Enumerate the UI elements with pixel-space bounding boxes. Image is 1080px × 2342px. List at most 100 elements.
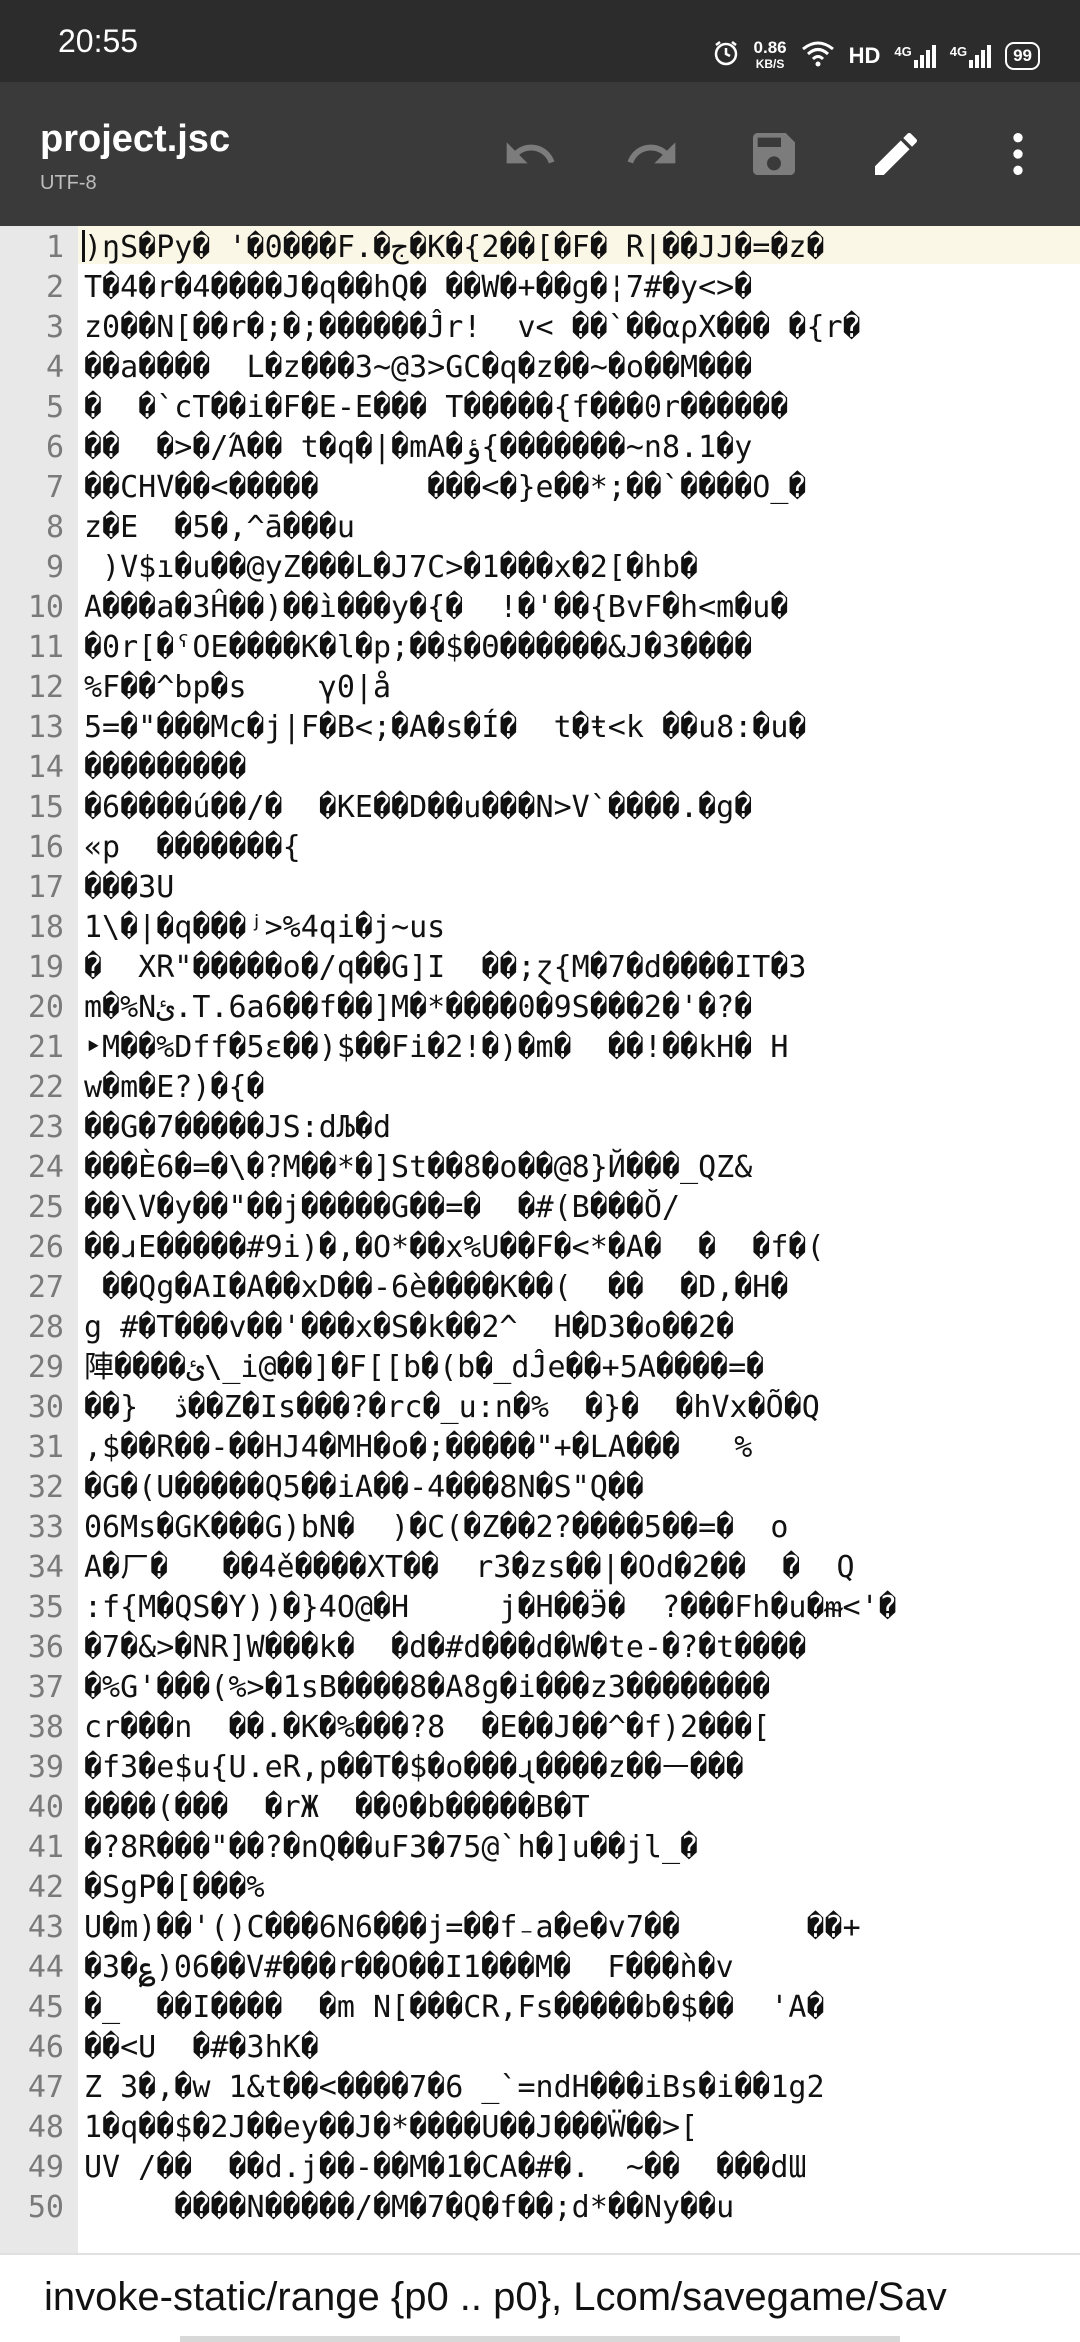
undo-button[interactable] [496, 120, 564, 188]
code-line[interactable]: 35:f{M�QS�Y))�}4O@�H j�H��Ӭ� ?���Fh�u�ᵯ<… [0, 1588, 1080, 1628]
code-line[interactable]: 5 � �`cT��i�F�E-E��� T�����{f���0r������ [0, 388, 1080, 428]
code-line[interactable]: 42 �SgP�[���% [0, 1868, 1080, 1908]
code-line[interactable]: 38 cr���n ��.�K�%���?8 �E��J��^�f)2���[ [0, 1708, 1080, 1748]
line-text[interactable]: ��CHV��<����� ���<�}e��*;��`����O_� [84, 468, 1080, 508]
code-line[interactable]: 32 �G�(U�����Q5��iA��-4���8N�S"Q�� [0, 1468, 1080, 1508]
code-line[interactable]: 27 ��Qg�AI�A��xD��-6è����K��( �� �D,�H� [0, 1268, 1080, 1308]
line-text[interactable]: z�E �5�,^ā���u [84, 508, 1080, 548]
code-line[interactable]: 43 U�m)��'()C���6N6���j=��f₋a�e�v7�� ��+ [0, 1908, 1080, 1948]
code-line[interactable]: 46 ��<U �#�3hK� [0, 2028, 1080, 2068]
code-line[interactable]: 28 g #�T���v��'���x�S�k��2^ H�D3�o��2� [0, 1308, 1080, 1348]
line-text[interactable]: U�m)��'()C���6N6���j=��f₋a�e�v7�� ��+ [84, 1908, 1080, 1948]
line-text[interactable]: �� �>�/Ά�� t�q�|�mA�ؤ{�������~n8.1�y [84, 428, 1080, 468]
line-text[interactable]: ��G�7�����JS:dЉ�d [84, 1108, 1080, 1148]
line-text[interactable]: T�4�r�4����J�q��hQ� ��W�+��g�¦7#�y<>� [84, 268, 1080, 308]
line-text[interactable]: ��������� [84, 748, 1080, 788]
code-line[interactable]: 41 �?8R���"��?�nQ��uF3�75@`h�]u��jl_� [0, 1828, 1080, 1868]
line-text[interactable]: ,$��R��-��HJ4�MH�o�;�����"+�LA��� % [84, 1428, 1080, 1468]
code-line[interactable]: 48 1�q��$�2J��ey��J�*����U��J���Ẅ��>[ [0, 2108, 1080, 2148]
code-line[interactable]: 6 �� �>�/Ά�� t�q�|�mA�ؤ{�������~n8.1�y [0, 428, 1080, 468]
code-line[interactable]: 37 �%G'���(%>�1sB����8�A8g�i���z3�������� [0, 1668, 1080, 1708]
code-line[interactable]: 11 �0r[�ˤOE����K�l�p;��$�Θ������&J�3���� [0, 628, 1080, 668]
code-line[interactable]: 49 UV /�� ��d.j��-��M�1�CA�#�. ~�� ���dƜ [0, 2148, 1080, 2188]
code-line[interactable]: 47 Z 3�,�w 1&t��<����7�6 _`=ndH���iBs�i��… [0, 2068, 1080, 2108]
edit-button[interactable] [862, 120, 930, 188]
code-line[interactable]: 8 z�E �5�,^ā���u [0, 508, 1080, 548]
line-text[interactable]: «p �������{ [84, 828, 1080, 868]
line-text[interactable]: 陣����ئ\_i@��]�F[[b�(b�_dĴe��+5A����=� [84, 1348, 1080, 1388]
line-text[interactable]: %F��^bp�s γ0|å [84, 668, 1080, 708]
line-text[interactable]: �G�(U�����Q5��iA��-4���8N�S"Q�� [84, 1468, 1080, 1508]
code-line[interactable]: 13 5=�"���Mc�j|F�B<;�A�s�Í� t�ŧ<k ��u8:�u… [0, 708, 1080, 748]
code-line[interactable]: 31 ,$��R��-��HJ4�MH�o�;�����"+�LA��� % [0, 1428, 1080, 1468]
more-options-button[interactable] [984, 120, 1052, 188]
redo-button[interactable] [618, 120, 686, 188]
line-text[interactable]: g #�T���v��'���x�S�k��2^ H�D3�o��2� [84, 1308, 1080, 1348]
save-button[interactable] [740, 120, 808, 188]
code-line[interactable]: 12 %F��^bp�s γ0|å [0, 668, 1080, 708]
code-line[interactable]: 26 ��ɹE�����#9i)�,�O*��x%U��F�<*�A� � �f�… [0, 1228, 1080, 1268]
line-text[interactable]: cr���n ��.�K�%���?8 �E��J��^�f)2���[ [84, 1708, 1080, 1748]
code-line[interactable]: 30 ��} ڎ��Z�Is���?�rc�_u:n�% �}� �hVx�Õ�Q [0, 1388, 1080, 1428]
line-text[interactable]: �f3�e$u{U.eR,p��T�$�o���ɻ����z��ᅳ��� [84, 1748, 1080, 1788]
code-line[interactable]: 44 �3�؏)06��V#���r��O��I1���M� F���ǹ�v [0, 1948, 1080, 1988]
line-text[interactable]: ��Qg�AI�A��xD��-6è����K��( �� �D,�H� [84, 1268, 1080, 1308]
horizontal-scroll-handle[interactable] [180, 2336, 900, 2342]
code-line[interactable]: 25 ��\V�y��"��j�����G��=� �#(B���Ŏ/ [0, 1188, 1080, 1228]
line-text[interactable]: �7�&>�NR]W���k� �d�#d���d�W�te-�?�t���� [84, 1628, 1080, 1668]
code-line[interactable]: 9 )V$ı�u��@yZ���L�J7C>�1���x�2[�hb� [0, 548, 1080, 588]
code-line[interactable]: 17 ���3U [0, 868, 1080, 908]
code-line[interactable]: 45 �_ ��I���� �m N[���CR,Fs�����b�$�� 'A� [0, 1988, 1080, 2028]
line-text[interactable]: � �`cT��i�F�E-E��� T�����{f���0r������ [84, 388, 1080, 428]
code-line[interactable]: 4 ��a���� L�z���3~@3>GC�q�z��~�o��M��� [0, 348, 1080, 388]
line-text[interactable]: w�m�E?)�{� [84, 1068, 1080, 1108]
code-line[interactable]: 16 «p �������{ [0, 828, 1080, 868]
line-text[interactable]: A�ㄏ� ��4ě����XT�� r3�zs��|�Od�2�� � Q [84, 1548, 1080, 1588]
line-text[interactable]: ��} ڎ��Z�Is���?�rc�_u:n�% �}� �hVx�Õ�Q [84, 1388, 1080, 1428]
code-line[interactable]: 24 ���È6�=�\�?M��*�]St��8�o��@8}Й���_QZ& [0, 1148, 1080, 1188]
code-line[interactable]: 2 T�4�r�4����J�q��hQ� ��W�+��g�¦7#�y<>� [0, 268, 1080, 308]
line-text[interactable]: ��ɹE�����#9i)�,�O*��x%U��F�<*�A� � �f�( [84, 1228, 1080, 1268]
line-text[interactable]: A���a�3Ĥ��)��ì���y�{� !�'��{BvF�h<m�u� [84, 588, 1080, 628]
line-text[interactable]: � XR"�����o�/q��G]I ��;ɀ{M�7�d����IT�3 [84, 948, 1080, 988]
line-text[interactable]: �%G'���(%>�1sB����8�A8g�i���z3�������� [84, 1668, 1080, 1708]
line-text[interactable]: 5=�"���Mc�j|F�B<;�A�s�Í� t�ŧ<k ��u8:�u� [84, 708, 1080, 748]
code-editor[interactable]: 1)ŋS�Py� '�0���F.�ج�K�{2��[�F� R|��JJ�=�… [0, 226, 1080, 2253]
code-line[interactable]: 29 陣����ئ\_i@��]�F[[b�(b�_dĴe��+5A����=� [0, 1348, 1080, 1388]
code-line[interactable]: 14 ��������� [0, 748, 1080, 788]
code-line[interactable]: 23 ��G�7�����JS:dЉ�d [0, 1108, 1080, 1148]
line-text[interactable]: ���3U [84, 868, 1080, 908]
code-line[interactable]: 39 �f3�e$u{U.eR,p��T�$�o���ɻ����z��ᅳ��� [0, 1748, 1080, 1788]
line-text[interactable]: 06Ms�GK���G)bN� )�C(�Z��2?����5��=� o [84, 1508, 1080, 1548]
line-text[interactable]: ���È6�=�\�?M��*�]St��8�o��@8}Й���_QZ& [84, 1148, 1080, 1188]
code-line[interactable]: 20 m�%Nئ.T.6a6��f��]M�*����0�9S���2�'�?� [0, 988, 1080, 1028]
line-text[interactable]: �?8R���"��?�nQ��uF3�75@`h�]u��jl_� [84, 1828, 1080, 1868]
line-text[interactable]: Z 3�,�w 1&t��<����7�6 _`=ndH���iBs�i��1g… [84, 2068, 1080, 2108]
line-text[interactable]: �_ ��I���� �m N[���CR,Fs�����b�$�� 'A� [84, 1988, 1080, 2028]
line-text[interactable]: 1�q��$�2J��ey��J�*����U��J���Ẅ��>[ [84, 2108, 1080, 2148]
line-text[interactable]: �6����ú��/� �KE��D��u���N>V`����.�g� [84, 788, 1080, 828]
line-text[interactable]: )V$ı�u��@yZ���L�J7C>�1���x�2[�hb� [84, 548, 1080, 588]
line-text[interactable]: z0��N[��r�;�;������Ĵr! v< ��`��αρX��� �{… [84, 308, 1080, 348]
line-text[interactable]: ��\V�y��"��j�����G��=� �#(B���Ŏ/ [84, 1188, 1080, 1228]
line-text[interactable]: ��a���� L�z���3~@3>GC�q�z��~�o��M��� [84, 348, 1080, 388]
code-line[interactable]: 33 06Ms�GK���G)bN� )�C(�Z��2?����5��=� o [0, 1508, 1080, 1548]
code-line[interactable]: 34 A�ㄏ� ��4ě����XT�� r3�zs��|�Od�2�� � Q [0, 1548, 1080, 1588]
line-text[interactable]: �0r[�ˤOE����K�l�p;��$�Θ������&J�3���� [84, 628, 1080, 668]
code-line[interactable]: 21 ‣M��%Dff�5ɛ��)$��Fi�2!�)�m� ��!��kH� H [0, 1028, 1080, 1068]
code-line[interactable]: 15 �6����ú��/� �KE��D��u���N>V`����.�g� [0, 788, 1080, 828]
code-line[interactable]: 22 w�m�E?)�{� [0, 1068, 1080, 1108]
line-text[interactable]: ‣M��%Dff�5ɛ��)$��Fi�2!�)�m� ��!��kH� H [84, 1028, 1080, 1068]
code-line[interactable]: 40 ����(��� �rЖ ��0�b�����B�T [0, 1788, 1080, 1828]
line-text[interactable]: 1\�|�q���ʲ>%4qi�j~us [84, 908, 1080, 948]
line-text[interactable]: ����N�����/�M�7�Q�f��;d*��Ny��u [84, 2188, 1080, 2228]
line-text[interactable]: �SgP�[���% [84, 1868, 1080, 1908]
code-line[interactable]: 18 1\�|�q���ʲ>%4qi�j~us [0, 908, 1080, 948]
code-line[interactable]: 36 �7�&>�NR]W���k� �d�#d���d�W�te-�?�t���… [0, 1628, 1080, 1668]
code-line[interactable]: 3 z0��N[��r�;�;������Ĵr! v< ��`��αρX��� �… [0, 308, 1080, 348]
line-text[interactable]: UV /�� ��d.j��-��M�1�CA�#�. ~�� ���dƜ [84, 2148, 1080, 2188]
code-line[interactable]: 19 � XR"�����o�/q��G]I ��;ɀ{M�7�d����IT�3 [0, 948, 1080, 988]
line-text[interactable]: �3�؏)06��V#���r��O��I1���M� F���ǹ�v [84, 1948, 1080, 1988]
code-lines[interactable]: 1)ŋS�Py� '�0���F.�ج�K�{2��[�F� R|��JJ�=�… [0, 228, 1080, 2228]
code-line[interactable]: 7 ��CHV��<����� ���<�}e��*;��`����O_� [0, 468, 1080, 508]
